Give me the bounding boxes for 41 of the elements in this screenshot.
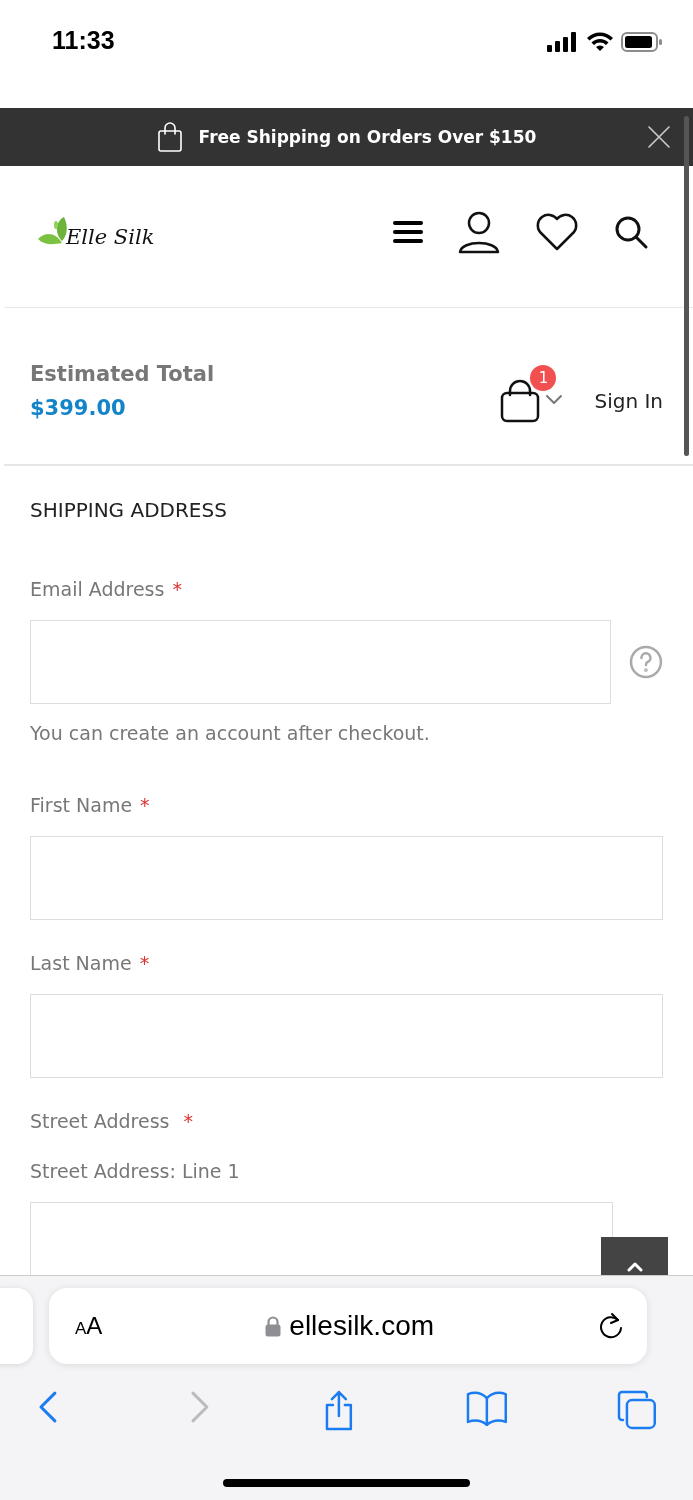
account-button[interactable]	[457, 209, 501, 254]
signal-icon	[547, 32, 579, 52]
required-mark: *	[172, 578, 182, 600]
lock-icon	[265, 1315, 282, 1337]
field-label: First Name	[30, 794, 133, 816]
required-mark: *	[140, 794, 150, 816]
total-amount: $399.00	[30, 396, 127, 420]
help-icon[interactable]	[629, 645, 663, 679]
field-hint: You can create an account after checkout.	[30, 722, 431, 744]
bookmarks-icon[interactable]	[465, 1390, 508, 1426]
status-time: 11:33	[52, 26, 115, 55]
close-button[interactable]	[647, 125, 671, 149]
input-field[interactable]	[30, 620, 612, 704]
text-size-button[interactable]: AA	[75, 1312, 103, 1340]
address-bar[interactable]: AA ellesilk.com	[49, 1288, 647, 1364]
field-sublabel: Street Address: Line 1	[30, 1160, 241, 1182]
field-label: Email Address	[30, 578, 165, 600]
wishlist-button[interactable]	[535, 211, 579, 252]
section-title: SHIPPING ADDRESS	[30, 498, 228, 522]
logo[interactable]: Elle Silk	[36, 214, 155, 249]
field-label: Street Address	[30, 1110, 170, 1132]
required-mark: *	[183, 1110, 193, 1132]
input-field[interactable]	[30, 994, 663, 1078]
cart-button[interactable]	[500, 379, 541, 423]
shopping-bag-icon	[156, 121, 183, 153]
input-field[interactable]	[30, 1202, 613, 1275]
sign-in-link[interactable]: Sign In	[594, 389, 663, 413]
reload-icon[interactable]	[597, 1311, 625, 1341]
field-label: Last Name	[30, 952, 132, 974]
scroll-top-button[interactable]	[601, 1237, 668, 1275]
battery-icon	[621, 32, 663, 52]
tabs-icon[interactable]	[617, 1390, 657, 1430]
url-text: ellesilk.com	[289, 1310, 435, 1342]
total-label: Estimated Total	[30, 362, 215, 386]
cart-count: 1	[530, 365, 557, 391]
required-mark: *	[139, 952, 150, 974]
menu-button[interactable]	[393, 219, 423, 244]
input-field[interactable]	[30, 836, 663, 920]
promo-text: Free Shipping on Orders Over $150	[198, 127, 537, 147]
wifi-icon	[586, 32, 614, 52]
chevron-down-icon[interactable]	[544, 393, 565, 407]
